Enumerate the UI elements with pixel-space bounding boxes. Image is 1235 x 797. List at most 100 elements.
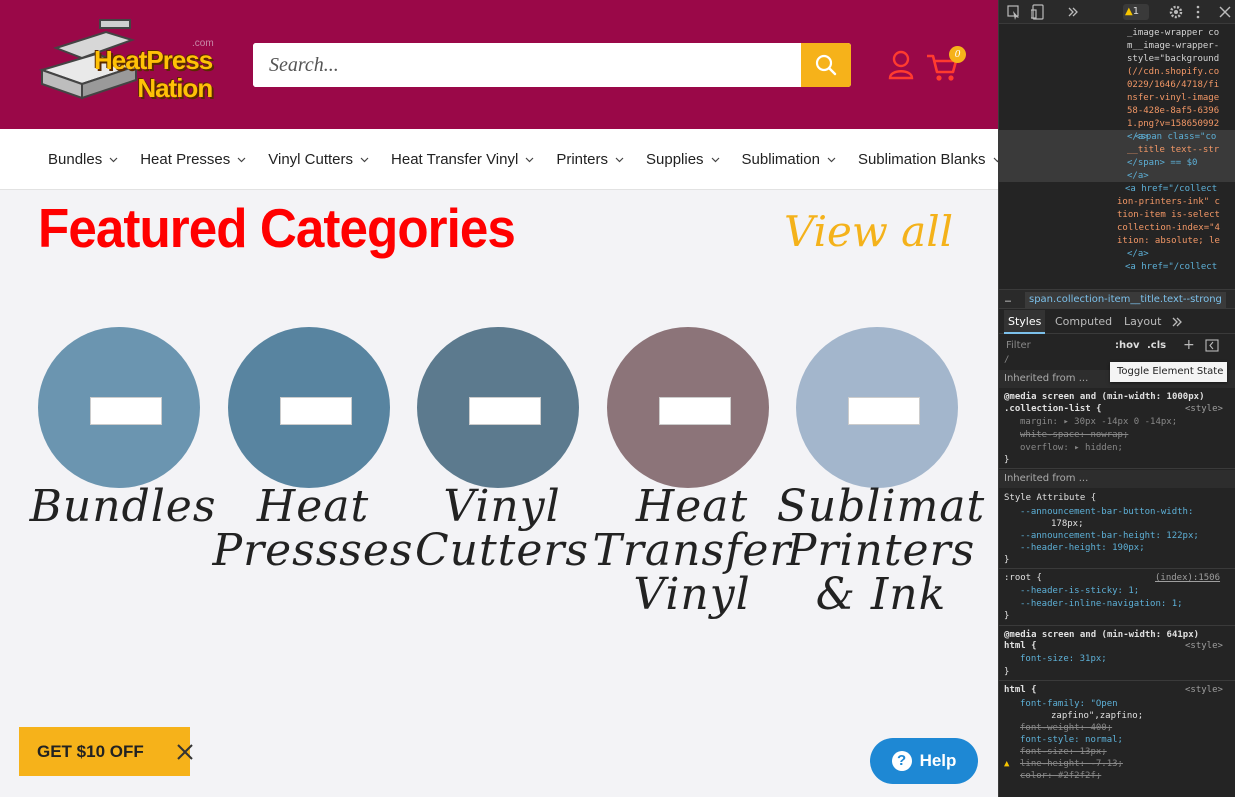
dom-node-line[interactable]: tion-item is-select — [1117, 209, 1220, 222]
rule-source[interactable]: <style> — [1185, 640, 1223, 653]
hov-toggle[interactable]: :hov — [1115, 338, 1140, 354]
chevron-down-icon — [711, 157, 719, 162]
help-button[interactable]: ? Help — [870, 738, 978, 784]
dom-node-line[interactable]: ition: absolute; le — [1117, 235, 1220, 248]
styles-top-fragment: / — [1004, 355, 1010, 365]
category-card[interactable]: Vinyl Cutters — [415, 327, 607, 573]
dom-node-line[interactable]: </a> — [1127, 170, 1149, 183]
rule-prop[interactable]: font-size: 31px; — [1020, 653, 1107, 666]
rule-prop[interactable]: --header-inline-navigation: 1; — [1020, 598, 1183, 611]
category-card[interactable]: Sublimat Printers & Ink — [777, 327, 986, 617]
category-title[interactable]: Heat Transfer Vinyl — [587, 485, 797, 617]
rule-prop-value[interactable]: 178px; — [1051, 518, 1084, 531]
dom-node-line[interactable]: </span> == $0 — [1127, 157, 1197, 170]
dom-node-line[interactable]: collection-index="4 — [1117, 222, 1220, 235]
settings-gear-icon[interactable] — [1169, 4, 1183, 20]
dom-node-line[interactable]: ion-printers-ink" c — [1117, 196, 1220, 209]
nav-item[interactable]: Vinyl Cutters — [268, 151, 369, 168]
toggle-sidebar-icon[interactable] — [1205, 339, 1219, 352]
rule-source[interactable]: (index):1506 — [1155, 572, 1220, 585]
category-card[interactable]: Bundles — [30, 327, 228, 529]
close-devtools-icon[interactable] — [1219, 4, 1231, 20]
tab-styles[interactable]: Styles — [1004, 310, 1046, 334]
dom-node-line[interactable]: </a> — [1127, 248, 1149, 261]
category-title[interactable]: Vinyl Cutters — [397, 485, 607, 573]
site-logo[interactable]: .com HeatPress Nation — [36, 18, 222, 114]
devtools-panel: ▲1 _image-wrapper co m__image-wrapper-sty… — [998, 0, 1235, 797]
dom-node-line[interactable]: <span class="co — [1135, 131, 1216, 144]
dom-node-line[interactable]: 58-428e-8af5-6396 — [1127, 105, 1219, 118]
rule-prop[interactable]: --announcement-bar-height: 122px; — [1020, 530, 1199, 543]
rule-prop[interactable]: color: #2f2f2f; — [1020, 770, 1101, 783]
category-card[interactable]: Heat Transfer Vinyl — [593, 327, 797, 617]
dom-node-line[interactable]: __title text--str — [1127, 144, 1219, 157]
category-card[interactable]: Heat Pressses — [212, 327, 418, 573]
breadcrumb-selected[interactable]: span.collection-item__title.text--strong — [1025, 292, 1226, 308]
kebab-menu-icon[interactable] — [1195, 4, 1201, 20]
rule-prop[interactable]: --header-height: 190px; — [1020, 542, 1145, 555]
category-title-line: Transfer — [592, 525, 792, 576]
rule-prop[interactable]: margin: ▸ 30px -14px 0 -14px; — [1020, 416, 1177, 429]
device-toolbar-icon[interactable] — [1031, 4, 1045, 20]
nav-item[interactable]: Sublimation — [742, 151, 836, 168]
dom-node-line[interactable]: 0229/1646/4718/fi — [1127, 79, 1219, 92]
rule-source[interactable]: <style> — [1185, 403, 1223, 416]
rule-prop[interactable]: --header-is-sticky: 1; — [1020, 585, 1139, 598]
rule-prop-value[interactable]: zapfino",zapfino; — [1051, 710, 1143, 723]
rule-prop[interactable]: font-size: 13px; — [1020, 746, 1107, 759]
account-button[interactable] — [887, 50, 915, 80]
rule-prop[interactable]: white-space: nowrap; — [1020, 429, 1128, 442]
more-tabs-icon[interactable] — [1067, 4, 1079, 20]
inspect-element-icon[interactable] — [1007, 4, 1021, 20]
cls-toggle[interactable]: .cls — [1147, 338, 1166, 354]
tab-layout[interactable]: Layout — [1124, 310, 1161, 334]
cart-button[interactable]: 0 — [925, 46, 969, 82]
cart-count-badge: 0 — [949, 46, 966, 63]
devtools-toolbar: ▲1 — [999, 0, 1235, 24]
styles-filter-input[interactable]: Filter — [1004, 338, 1104, 354]
new-style-rule-icon[interactable]: + — [1183, 336, 1195, 354]
nav-item[interactable]: Bundles — [48, 151, 118, 168]
search-input[interactable] — [253, 43, 801, 87]
category-image[interactable] — [228, 327, 390, 488]
category-title[interactable]: Heat Pressses — [208, 485, 418, 573]
rule-selector: html { — [1004, 641, 1037, 651]
dom-node-line[interactable]: <a href="/collect — [1125, 261, 1217, 274]
nav-item[interactable]: Heat Presses — [140, 151, 246, 168]
nav-item[interactable]: Printers — [556, 151, 624, 168]
category-image[interactable] — [38, 327, 200, 488]
category-title-line: Pressses — [212, 525, 414, 576]
rule-prop[interactable]: line-height: -7.13; — [1020, 758, 1123, 771]
warnings-badge[interactable]: ▲1 — [1123, 4, 1149, 20]
rule-prop[interactable]: font-family: "Open — [1020, 698, 1118, 711]
category-image[interactable] — [417, 327, 579, 488]
search-button[interactable] — [801, 43, 851, 87]
dom-node-line[interactable]: nsfer-vinyl-image — [1127, 92, 1219, 105]
dom-node-line[interactable]: m__image-wrapper- — [1127, 40, 1219, 53]
dom-node-line[interactable]: <a href="/collect — [1125, 183, 1217, 196]
breadcrumb-ellipsis-icon[interactable]: … — [1005, 290, 1011, 310]
close-icon[interactable] — [177, 744, 193, 760]
nav-item[interactable]: Sublimation Blanks — [858, 151, 998, 168]
category-image[interactable] — [607, 327, 769, 488]
dom-node-line[interactable]: _image-wrapper co — [1127, 27, 1219, 40]
dom-node-line[interactable]: 1.png?v=158650992 — [1127, 118, 1219, 131]
category-thumbnail — [469, 397, 541, 425]
rule-prop[interactable]: overflow: ▸ hidden; — [1020, 442, 1123, 455]
dom-node-line[interactable]: (//cdn.shopify.co — [1127, 66, 1219, 79]
dom-node-line[interactable]: style="background — [1127, 53, 1219, 66]
rule-prop[interactable]: --announcement-bar-button-width: — [1020, 506, 1193, 519]
rule-source[interactable]: <style> — [1185, 684, 1223, 697]
rule-prop[interactable]: font-style: normal; — [1020, 734, 1123, 747]
category-image[interactable] — [796, 327, 958, 488]
tab-computed[interactable]: Computed — [1055, 310, 1112, 334]
nav-item[interactable]: Heat Transfer Vinyl — [391, 151, 534, 168]
view-all-link[interactable]: View all — [784, 200, 953, 264]
discount-promo-button[interactable]: GET $10 OFF — [19, 727, 193, 776]
category-title[interactable]: Sublimat Printers & Ink — [776, 485, 986, 617]
more-panels-icon[interactable] — [1171, 316, 1183, 328]
category-title[interactable]: Bundles — [18, 485, 228, 529]
rule-prop[interactable]: font-weight: 400; — [1020, 722, 1112, 735]
rule-close-brace: } — [1004, 611, 1010, 621]
nav-item[interactable]: Supplies — [646, 151, 720, 168]
